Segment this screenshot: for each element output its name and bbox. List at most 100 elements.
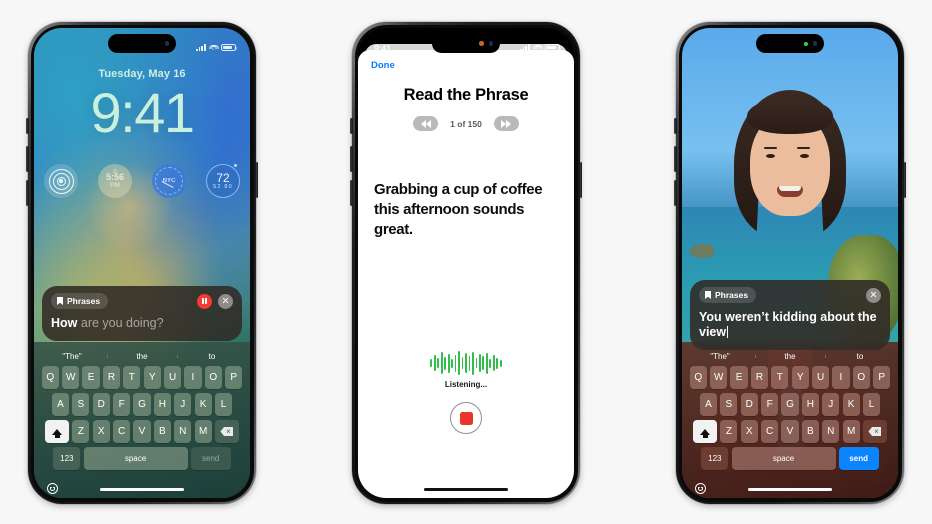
suggestion-0[interactable]: "The" [685, 352, 755, 361]
key-j[interactable]: J [822, 393, 840, 416]
key-g[interactable]: G [781, 393, 799, 416]
volume-up-button[interactable] [26, 146, 29, 172]
phrases-bar[interactable]: Phrases How are you doing? [42, 286, 242, 341]
alarm-widget[interactable]: ⏱ 5:56 PM [98, 164, 132, 198]
numbers-key[interactable]: 123 [701, 447, 729, 470]
key-h[interactable]: H [153, 393, 171, 416]
key-x[interactable]: X [740, 420, 758, 443]
delete-icon[interactable] [214, 420, 239, 443]
power-button[interactable] [255, 162, 258, 198]
key-f[interactable]: F [761, 393, 779, 416]
key-d[interactable]: D [92, 393, 110, 416]
phrases-chip[interactable]: Phrases [699, 287, 757, 303]
home-indicator[interactable] [748, 487, 832, 491]
stop-record-icon[interactable] [450, 402, 482, 434]
shift-icon[interactable] [693, 420, 718, 443]
key-x[interactable]: X [92, 420, 110, 443]
key-w[interactable]: W [62, 366, 80, 389]
key-n[interactable]: N [822, 420, 840, 443]
key-g[interactable]: G [133, 393, 151, 416]
key-m[interactable]: M [194, 420, 212, 443]
key-a[interactable]: A [699, 393, 718, 416]
key-w[interactable]: W [710, 366, 728, 389]
suggestion-2[interactable]: to [177, 352, 247, 361]
key-c[interactable]: C [113, 420, 131, 443]
power-button[interactable] [579, 162, 582, 198]
phrases-chip[interactable]: Phrases [51, 293, 109, 309]
key-j[interactable]: J [174, 393, 192, 416]
mute-switch[interactable] [26, 118, 29, 134]
key-m[interactable]: M [842, 420, 860, 443]
volume-up-button[interactable] [350, 146, 353, 172]
key-p[interactable]: P [225, 366, 243, 389]
shift-icon[interactable] [45, 420, 70, 443]
mute-switch[interactable] [350, 118, 353, 134]
key-q[interactable]: Q [689, 366, 707, 389]
rewind-icon[interactable] [413, 116, 439, 131]
delete-icon[interactable] [862, 420, 887, 443]
key-t[interactable]: T [771, 366, 789, 389]
key-h[interactable]: H [801, 393, 819, 416]
key-z[interactable]: Z [720, 420, 738, 443]
key-o[interactable]: O [852, 366, 870, 389]
send-button[interactable]: send [190, 447, 231, 470]
key-t[interactable]: T [123, 366, 141, 389]
key-a[interactable]: A [51, 393, 70, 416]
key-v[interactable]: V [781, 420, 799, 443]
close-icon[interactable] [218, 293, 233, 309]
key-e[interactable]: E [730, 366, 748, 389]
key-q[interactable]: Q [41, 366, 59, 389]
emoji-smiley-icon[interactable] [695, 482, 706, 494]
key-y[interactable]: Y [791, 366, 809, 389]
suggestion-1[interactable]: the [755, 352, 825, 361]
key-y[interactable]: Y [143, 366, 161, 389]
key-n[interactable]: N [174, 420, 192, 443]
key-v[interactable]: V [133, 420, 151, 443]
key-d[interactable]: D [740, 393, 758, 416]
key-b[interactable]: B [801, 420, 819, 443]
key-c[interactable]: C [761, 420, 779, 443]
key-f[interactable]: F [113, 393, 131, 416]
key-k[interactable]: K [842, 393, 860, 416]
key-z[interactable]: Z [72, 420, 90, 443]
key-l[interactable]: L [214, 393, 233, 416]
key-i[interactable]: I [184, 366, 202, 389]
suggestion-1[interactable]: the [107, 352, 177, 361]
done-button[interactable]: Done [371, 60, 395, 71]
send-button[interactable]: send [838, 447, 879, 470]
fast-forward-icon[interactable] [493, 116, 519, 131]
key-r[interactable]: R [102, 366, 121, 389]
key-k[interactable]: K [194, 393, 212, 416]
volume-up-button[interactable] [674, 146, 677, 172]
power-button[interactable] [903, 162, 906, 198]
volume-down-button[interactable] [350, 180, 353, 206]
key-r[interactable]: R [750, 366, 769, 389]
world-clock-widget[interactable]: NYC [152, 164, 186, 198]
key-u[interactable]: U [811, 366, 830, 389]
volume-down-button[interactable] [26, 180, 29, 206]
suggestion-2[interactable]: to [825, 352, 895, 361]
key-e[interactable]: E [82, 366, 100, 389]
numbers-key[interactable]: 123 [53, 447, 81, 470]
suggestion-0[interactable]: "The" [37, 352, 107, 361]
key-l[interactable]: L [862, 393, 881, 416]
weather-widget[interactable]: 72 52 80 [206, 164, 240, 198]
volume-down-button[interactable] [674, 180, 677, 206]
key-s[interactable]: S [72, 393, 90, 416]
fitness-rings-widget[interactable] [44, 164, 78, 198]
pause-icon[interactable] [197, 293, 212, 309]
key-o[interactable]: O [204, 366, 222, 389]
key-u[interactable]: U [163, 366, 182, 389]
space-key[interactable]: space [731, 447, 836, 470]
emoji-smiley-icon[interactable] [47, 482, 58, 494]
key-i[interactable]: I [832, 366, 850, 389]
home-indicator[interactable] [100, 487, 184, 491]
home-indicator[interactable] [424, 487, 508, 491]
space-key[interactable]: space [83, 447, 188, 470]
mute-switch[interactable] [674, 118, 677, 134]
phrases-bar[interactable]: Phrases You weren’t kidding about the vi… [690, 280, 890, 350]
key-p[interactable]: P [873, 366, 891, 389]
key-b[interactable]: B [153, 420, 171, 443]
key-s[interactable]: S [720, 393, 738, 416]
close-icon[interactable] [866, 287, 881, 303]
